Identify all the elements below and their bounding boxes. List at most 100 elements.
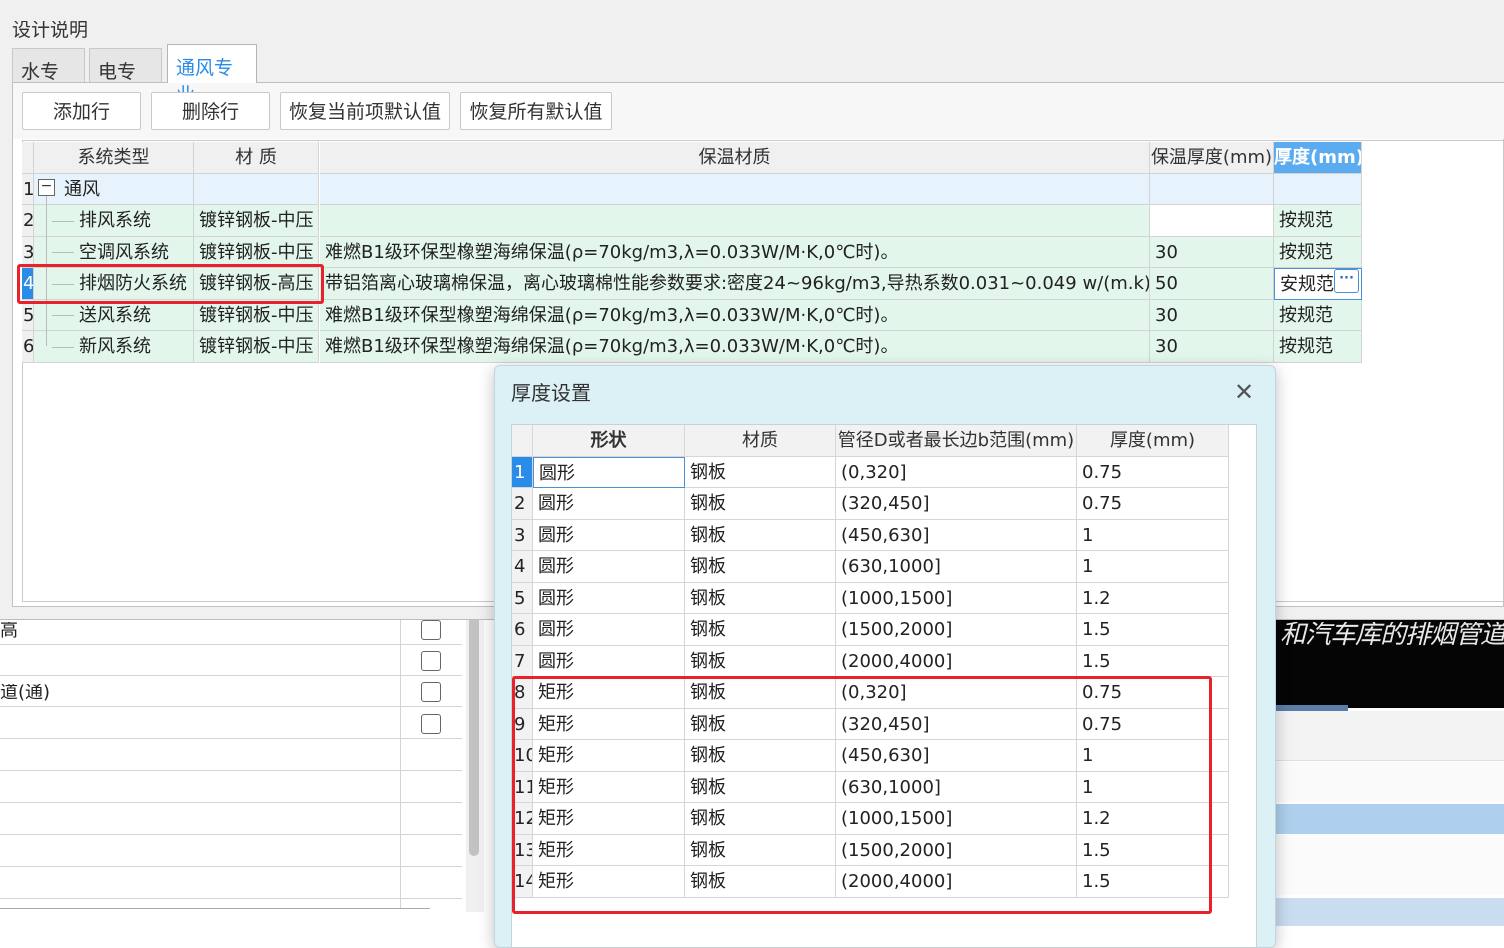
cad-canvas-text: 和汽车库的排烟管道耐火 <box>1280 622 1504 648</box>
column-header-insulation-thickness[interactable]: 保温厚度(mm) <box>1150 142 1274 174</box>
background-right-panel-row <box>1276 835 1504 895</box>
restore-current-default-button[interactable]: 恢复当前项默认值 <box>280 92 450 130</box>
row-number[interactable]: 1 <box>512 456 533 488</box>
thickness-cell[interactable]: 0.75 <box>1077 456 1229 488</box>
material-cell[interactable]: 钢板 <box>685 456 836 488</box>
tab-electric[interactable]: 电专业 <box>89 48 162 110</box>
checkbox[interactable] <box>421 620 441 640</box>
column-header-insulation[interactable]: 保温材质 <box>320 142 1150 174</box>
thickness-cell[interactable]: 1 <box>1077 519 1229 551</box>
add-row-button[interactable]: 添加行 <box>22 92 141 130</box>
background-list-row <box>0 740 462 771</box>
system-type-cell[interactable]: 通风 <box>34 173 194 205</box>
background-list-row <box>0 708 462 739</box>
checkbox[interactable] <box>421 682 441 702</box>
row-number-header <box>22 142 34 174</box>
thickness-cell[interactable]: 1.5 <box>1077 645 1229 677</box>
material-cell[interactable]: 钢板 <box>685 582 836 614</box>
thickness-cell[interactable] <box>1274 173 1362 205</box>
insulation-thickness-cell[interactable]: 30 <box>1150 331 1274 363</box>
background-scrollbar-thumb[interactable] <box>469 616 479 856</box>
thickness-cell[interactable]: 1.2 <box>1077 582 1229 614</box>
thickness-cell[interactable]: 1.5 <box>1077 614 1229 646</box>
window-title: 设计说明 <box>12 21 89 40</box>
column-header-thickness[interactable]: 厚度(mm) <box>1274 142 1362 174</box>
background-right-panel-row <box>1276 762 1504 802</box>
row-number[interactable]: 1 <box>22 173 34 205</box>
row-number[interactable]: 4 <box>512 551 533 583</box>
checkbox[interactable] <box>421 651 441 671</box>
column-header-thickness[interactable]: 厚度(mm) <box>1077 425 1229 457</box>
delete-row-button[interactable]: 删除行 <box>151 92 270 130</box>
material-cell[interactable]: 钢板 <box>685 645 836 677</box>
close-icon[interactable]: ✕ <box>1234 380 1254 404</box>
row-number[interactable]: 7 <box>512 645 533 677</box>
material-cell[interactable]: 镀锌钢板-中压 <box>194 331 319 363</box>
size-range-cell[interactable]: (2000,4000] <box>836 645 1077 677</box>
column-header-size-range[interactable]: 管径D或者最长边b范围(mm) <box>836 425 1077 457</box>
dialog-title: 厚度设置 <box>511 383 591 403</box>
background-divider <box>0 908 430 909</box>
size-range-cell[interactable]: (1500,2000] <box>836 614 1077 646</box>
row-number[interactable]: 6 <box>22 331 34 363</box>
material-cell[interactable]: 镀锌钢板-中压 <box>194 299 319 331</box>
tab-ventilation[interactable]: 通风专业 <box>167 44 257 106</box>
shape-cell[interactable]: 圆形 <box>533 645 685 677</box>
material-cell[interactable]: 钢板 <box>685 614 836 646</box>
insulation-thickness-cell[interactable]: 50 <box>1150 268 1274 300</box>
thickness-cell[interactable]: 按规范 <box>1274 236 1362 268</box>
material-cell[interactable]: 钢板 <box>685 488 836 520</box>
column-header-system-type[interactable]: 系统类型 <box>34 142 194 174</box>
thickness-cell[interactable]: 0.75 <box>1077 488 1229 520</box>
material-cell[interactable]: 镀锌钢板-中压 <box>194 205 319 237</box>
collapse-icon[interactable]: − <box>38 179 55 196</box>
background-column-divider <box>400 612 401 908</box>
insulation-thickness-cell[interactable] <box>1150 173 1274 205</box>
tab-water[interactable]: 水专业 <box>12 48 85 110</box>
thickness-cell[interactable]: 按规范 <box>1274 205 1362 237</box>
insulation-thickness-cell[interactable]: 30 <box>1150 236 1274 268</box>
insulation-cell[interactable]: 难燃B1级环保型橡塑海绵保温(ρ=70kg/m3,λ=0.033W/M·K,0℃… <box>320 299 1150 331</box>
background-right-panel-selected-row[interactable] <box>1276 898 1504 926</box>
shape-cell[interactable]: 圆形 <box>533 519 685 551</box>
material-cell[interactable]: 钢板 <box>685 551 836 583</box>
shape-cell[interactable]: 圆形 <box>533 456 685 488</box>
material-cell[interactable] <box>194 173 319 205</box>
shape-cell[interactable]: 圆形 <box>533 488 685 520</box>
thickness-cell[interactable]: 按规范 <box>1274 331 1362 363</box>
row-number[interactable]: 6 <box>512 614 533 646</box>
insulation-thickness-cell[interactable]: 30 <box>1150 299 1274 331</box>
ellipsis-button[interactable]: ··· <box>1334 269 1359 293</box>
row-number[interactable]: 5 <box>512 582 533 614</box>
checkbox[interactable] <box>421 714 441 734</box>
shape-cell[interactable]: 圆形 <box>533 551 685 583</box>
row-number[interactable]: 2 <box>512 488 533 520</box>
insulation-cell[interactable]: 难燃B1级环保型橡塑海绵保温(ρ=70kg/m3,λ=0.033W/M·K,0℃… <box>320 331 1150 363</box>
thickness-cell[interactable]: 按规范 <box>1274 299 1362 331</box>
insulation-cell[interactable]: 带铝箔离心玻璃棉保温，离心玻璃棉性能参数要求:密度24~96kg/m3,导热系数… <box>320 268 1150 300</box>
size-range-cell[interactable]: (450,630] <box>836 519 1077 551</box>
size-range-cell[interactable]: (630,1000] <box>836 551 1077 583</box>
shape-cell[interactable]: 圆形 <box>533 582 685 614</box>
row-number[interactable]: 5 <box>22 299 34 331</box>
insulation-thickness-cell[interactable] <box>1150 205 1274 237</box>
column-header-material[interactable]: 材质 <box>685 425 836 457</box>
size-range-cell[interactable]: (320,450] <box>836 488 1077 520</box>
size-range-cell[interactable]: (1000,1500] <box>836 582 1077 614</box>
column-header-material[interactable]: 材 质 <box>194 142 319 174</box>
insulation-cell[interactable]: 难燃B1级环保型橡塑海绵保温(ρ=70kg/m3,λ=0.033W/M·K,0℃… <box>320 236 1150 268</box>
row-number[interactable]: 2 <box>22 205 34 237</box>
restore-all-defaults-button[interactable]: 恢复所有默认值 <box>460 92 612 130</box>
background-right-panel-selected-row[interactable] <box>1276 804 1504 834</box>
row-number[interactable]: 3 <box>512 519 533 551</box>
insulation-cell[interactable] <box>320 205 1150 237</box>
column-header-shape[interactable]: 形状 <box>533 425 685 457</box>
thickness-cell[interactable]: 1 <box>1077 551 1229 583</box>
background-list-row <box>0 804 462 835</box>
size-range-cell[interactable]: (0,320] <box>836 456 1077 488</box>
insulation-cell[interactable] <box>320 173 1150 205</box>
material-cell[interactable]: 钢板 <box>685 519 836 551</box>
background-list-label: 高 <box>0 622 18 640</box>
shape-cell[interactable]: 圆形 <box>533 614 685 646</box>
background-list-row <box>0 868 462 899</box>
